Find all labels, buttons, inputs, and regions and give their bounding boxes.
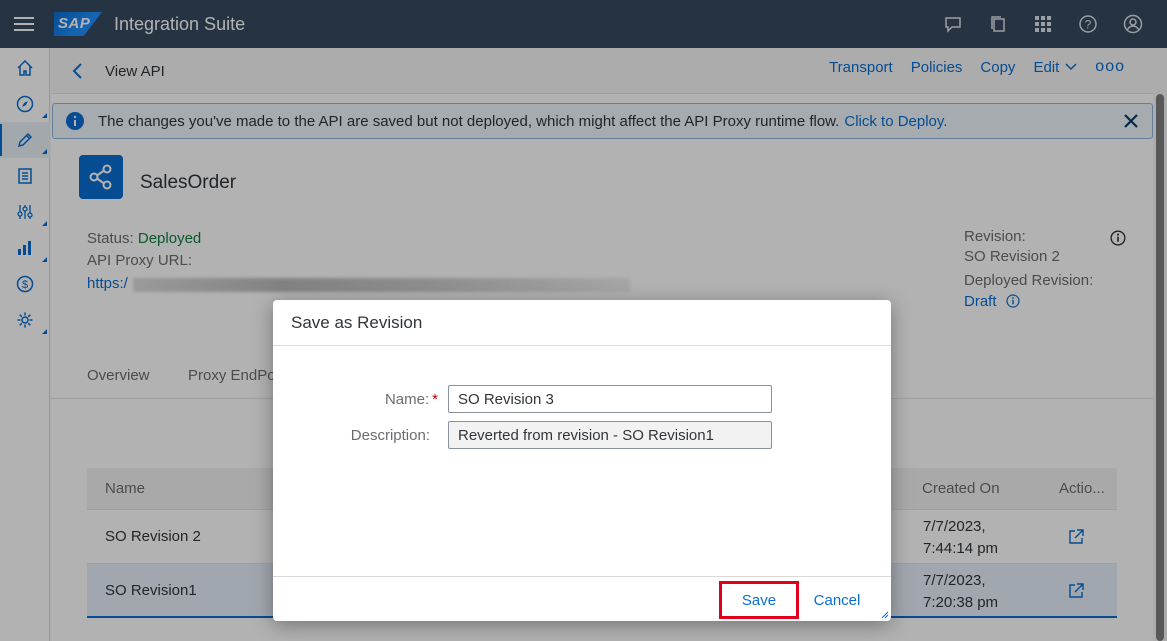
cancel-button[interactable]: Cancel [801, 581, 873, 619]
dialog-header: Save as Revision [273, 300, 891, 346]
save-button[interactable]: Save [719, 581, 799, 619]
name-label: Name: * [353, 391, 438, 408]
revision-name-input[interactable] [448, 385, 772, 413]
dialog-title: Save as Revision [291, 313, 423, 332]
resize-handle-icon[interactable] [881, 611, 889, 619]
description-input[interactable] [448, 421, 772, 449]
required-indicator: * [432, 391, 438, 408]
save-as-revision-dialog: Save as Revision Name:* Description: Sav… [273, 300, 891, 621]
dialog-footer: Save Cancel [273, 576, 891, 621]
description-label: Description: [350, 427, 430, 444]
name-label-text: Name: [384, 391, 430, 408]
